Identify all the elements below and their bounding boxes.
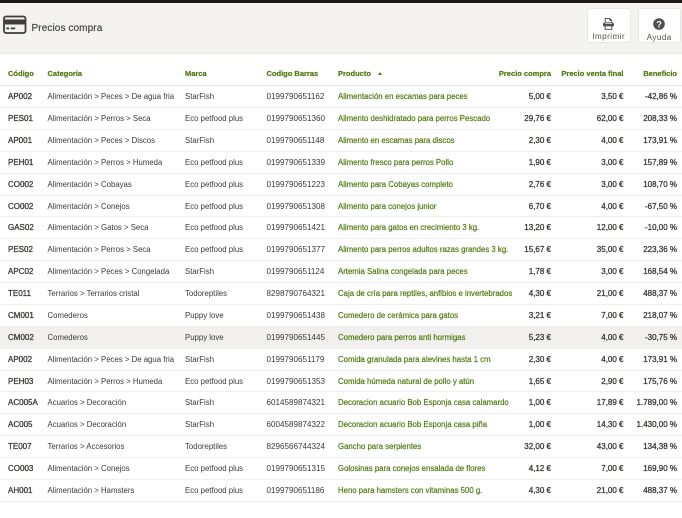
svg-text:?: ? (656, 19, 662, 29)
